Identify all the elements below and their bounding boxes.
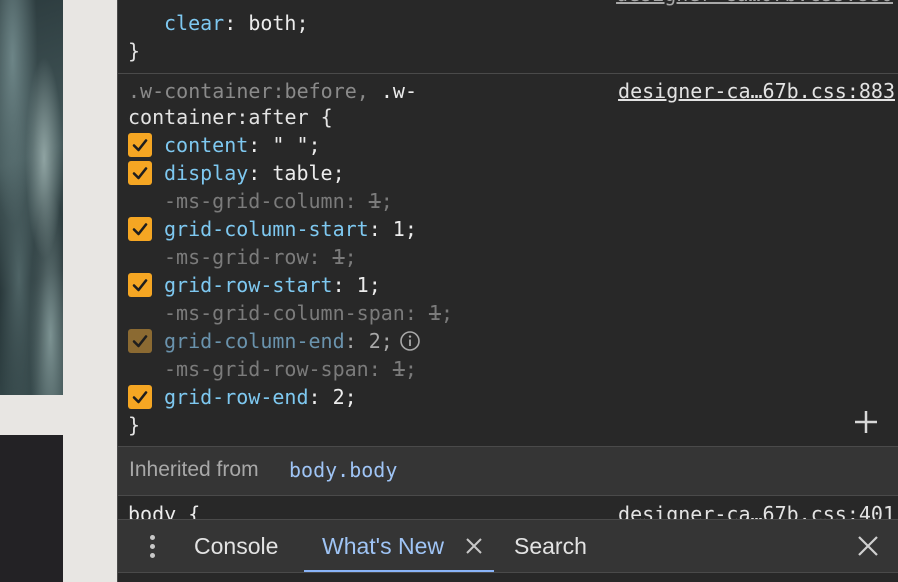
close-drawer-icon[interactable]	[855, 533, 881, 559]
property-name: -ms-grid-column-span	[164, 301, 405, 325]
rule-selector-continued[interactable]: container:after {	[128, 103, 333, 131]
next-rule-source-link[interactable]: designer-ca…67b.css:401	[618, 500, 895, 520]
add-declaration-plus-icon[interactable]	[852, 408, 880, 436]
drawer-menu-kebab-icon[interactable]	[140, 532, 164, 560]
declaration-ms-grid-column-span[interactable]: -ms-grid-column-span: 1;	[164, 299, 453, 327]
property-name: grid-column-end	[164, 329, 345, 353]
property-name: grid-column-start	[164, 217, 369, 241]
property-value: 1	[332, 245, 345, 269]
property-name: display	[164, 161, 249, 185]
property-value: 2	[368, 329, 381, 353]
rule-divider	[118, 73, 898, 74]
rule-selector[interactable]: .w-container:before, .w-	[128, 77, 417, 105]
next-style-rule: body { designer-ca…67b.css:401	[118, 498, 898, 520]
declaration-content[interactable]: content: " ";	[128, 131, 321, 159]
property-value: 1	[392, 357, 405, 381]
inherited-section-header: Inherited from body.body	[118, 446, 898, 496]
property-name: content	[164, 133, 249, 157]
page-viewport	[0, 0, 117, 582]
property-name: -ms-grid-column	[164, 189, 345, 213]
declaration-checkbox[interactable]	[128, 385, 152, 409]
declaration-grid-column-end[interactable]: grid-column-end: 2;	[128, 327, 421, 355]
inherited-label: Inherited from	[129, 458, 259, 481]
rule-source-link[interactable]: designer-ca…67b.css:883	[618, 77, 895, 105]
property-value: 2	[332, 385, 345, 409]
drawer-content-edge	[118, 572, 898, 582]
info-icon[interactable]	[399, 330, 421, 352]
tab-whats-new-label: What's New	[322, 533, 444, 559]
property-name: -ms-grid-row-span	[164, 357, 369, 381]
declaration-ms-grid-row-span[interactable]: -ms-grid-row-span: 1;	[164, 355, 417, 383]
close-tab-icon[interactable]	[463, 535, 485, 557]
rule-close-brace: }	[128, 39, 141, 63]
property-name: grid-row-end	[164, 385, 309, 409]
declaration-grid-column-start[interactable]: grid-column-start: 1;	[128, 215, 417, 243]
tab-search[interactable]: Search	[514, 520, 587, 573]
property-value: 1	[356, 273, 369, 297]
rule-close-brace: }	[128, 413, 141, 437]
declaration-ms-grid-row[interactable]: -ms-grid-row: 1;	[164, 243, 357, 271]
inherited-selector-link[interactable]: body.body	[289, 458, 397, 482]
declaration-grid-row-end[interactable]: grid-row-end: 2;	[128, 383, 357, 411]
declaration-checkbox[interactable]	[128, 161, 152, 185]
declaration-clear[interactable]: clear: both;	[164, 9, 309, 37]
declaration-checkbox[interactable]	[128, 217, 152, 241]
property-value: " "	[272, 133, 309, 157]
tab-console[interactable]: Console	[194, 520, 278, 573]
declaration-display[interactable]: display: table;	[128, 159, 345, 187]
property-name: -ms-grid-row	[164, 245, 309, 269]
property-value: 1	[428, 301, 441, 325]
devtools-styles-pane: designer-ca…67b.css:880 clear: both; } .…	[117, 0, 898, 582]
property-value: 1	[368, 189, 381, 213]
devtools-drawer-tabbar: Console What's New Search	[118, 519, 898, 573]
next-rule-selector[interactable]: body {	[128, 500, 200, 520]
declaration-ms-grid-column[interactable]: -ms-grid-column: 1;	[164, 187, 393, 215]
property-name: grid-row-start	[164, 273, 333, 297]
property-value: table	[272, 161, 333, 185]
page-dark-section	[0, 435, 63, 582]
previous-rule-source-link[interactable]: designer-ca…67b.css:880	[616, 0, 893, 8]
style-rule-w-container: .w-container:before, .w- designer-ca…67b…	[118, 75, 898, 445]
previous-style-rule: designer-ca…67b.css:880 clear: both; }	[118, 0, 898, 74]
declaration-checkbox[interactable]	[128, 329, 152, 353]
property-value: 1	[392, 217, 405, 241]
declaration-grid-row-start[interactable]: grid-row-start: 1;	[128, 271, 381, 299]
declaration-checkbox[interactable]	[128, 273, 152, 297]
page-hero-image	[0, 0, 63, 395]
declaration-checkbox[interactable]	[128, 133, 152, 157]
property-name: clear	[164, 11, 225, 35]
property-value: both	[248, 11, 297, 35]
